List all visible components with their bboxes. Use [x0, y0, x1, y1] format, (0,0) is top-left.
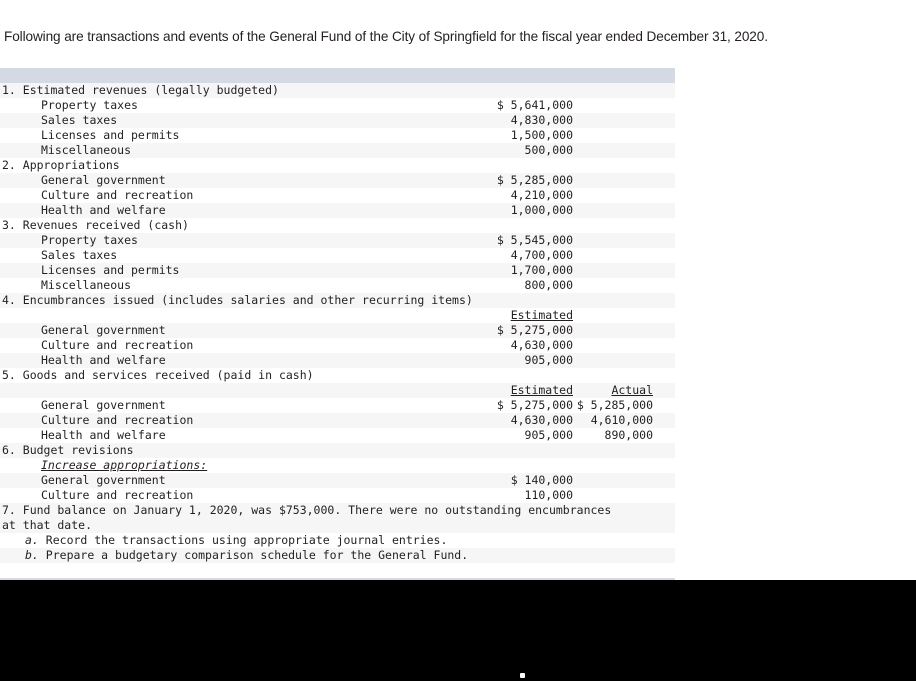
table-row: Culture and recreation 110,000 — [0, 488, 675, 503]
table-header-row: Estimated Actual — [0, 383, 675, 398]
row-amount: $ 5,545,000 — [496, 233, 573, 247]
table-row: General government $ 5,275,000 — [0, 323, 675, 338]
row-label: Property taxes — [41, 98, 138, 112]
row-amount: 4,700,000 — [510, 248, 573, 262]
row-label: 2. Appropriations — [2, 158, 120, 172]
table-row: Licenses and permits 1,700,000 — [0, 263, 675, 278]
row-label: Licenses and permits — [41, 128, 180, 142]
row-label: Sales taxes — [41, 113, 118, 127]
row-amount-actual: 890,000 — [604, 428, 653, 442]
row-amount: 4,630,000 — [510, 338, 573, 352]
row-label: 4. Encumbrances issued (includes salarie… — [2, 293, 473, 307]
row-amount: 1,500,000 — [510, 128, 573, 142]
table-row: Culture and recreation 4,210,000 — [0, 188, 675, 203]
row-amount: 500,000 — [524, 143, 573, 157]
table-row: 1. Estimated revenues (legally budgeted) — [0, 83, 675, 98]
problem-table: 1. Estimated revenues (legally budgeted)… — [0, 68, 675, 587]
table-row: Property taxes $ 5,545,000 — [0, 233, 675, 248]
table-row: 2. Appropriations — [0, 158, 675, 173]
row-label: General government — [41, 173, 166, 187]
video-player-area[interactable] — [0, 580, 916, 681]
row-label-increase-appropriations: Increase appropriations: — [41, 458, 208, 472]
table-row: Sales taxes 4,830,000 — [0, 113, 675, 128]
item-text-b: Prepare a budgetary comparison schedule … — [45, 548, 469, 562]
row-label: Health and welfare — [41, 203, 166, 217]
table-row: Property taxes $ 5,641,000 — [0, 98, 675, 113]
table-row: General government $ 5,285,000 — [0, 173, 675, 188]
item-text-a: Record the transactions using appropriat… — [45, 533, 448, 547]
row-label: 1. Estimated revenues (legally budgeted) — [2, 83, 279, 97]
row-amount: 110,000 — [524, 488, 573, 502]
table-row: 7. Fund balance on January 1, 2020, was … — [0, 503, 675, 533]
table-spacer-row — [0, 563, 675, 578]
row-amount: 4,210,000 — [510, 188, 573, 202]
intro-sentence: Following are transactions and events of… — [4, 29, 768, 44]
column-header-actual: Actual — [611, 383, 653, 397]
table-top-bar — [0, 68, 675, 83]
row-label: Health and welfare — [41, 428, 166, 442]
row-label: General government — [41, 323, 166, 337]
row-amount: $ 5,641,000 — [496, 98, 573, 112]
row-amount: 1,000,000 — [510, 203, 573, 217]
row-label: 6. Budget revisions — [2, 443, 134, 457]
row-label: General government — [41, 398, 166, 412]
requirement-item-b: b. Prepare a budgetary comparison schedu… — [25, 548, 468, 563]
row-label: Culture and recreation — [41, 413, 194, 427]
item-marker-b: b. — [25, 548, 39, 562]
row-label: 7. Fund balance on January 1, 2020, was … — [2, 503, 612, 517]
table-row: a. Record the transactions using appropr… — [0, 533, 675, 548]
row-amount: $ 5,275,000 — [496, 323, 573, 337]
table-row: Sales taxes 4,700,000 — [0, 248, 675, 263]
row-amount: 905,000 — [524, 353, 573, 367]
row-amount: $ 140,000 — [510, 473, 573, 487]
row-label: Culture and recreation — [41, 338, 194, 352]
row-amount: 4,830,000 — [510, 113, 573, 127]
table-header-row: Estimated — [0, 308, 675, 323]
table-row: General government $ 5,275,000 $ 5,285,0… — [0, 398, 675, 413]
table-row: Culture and recreation 4,630,000 — [0, 338, 675, 353]
row-amount-actual: $ 5,285,000 — [576, 398, 653, 412]
row-label: Property taxes — [41, 233, 138, 247]
row-label: General government — [41, 473, 166, 487]
table-row: 5. Goods and services received (paid in … — [0, 368, 675, 383]
table-row: Miscellaneous 500,000 — [0, 143, 675, 158]
row-label-continuation: at that date. — [2, 518, 93, 532]
requirement-item-a: a. Record the transactions using appropr… — [25, 533, 447, 548]
row-amount: 800,000 — [524, 278, 573, 292]
table-row: Increase appropriations: — [0, 458, 675, 473]
table-row: Miscellaneous 800,000 — [0, 278, 675, 293]
table-row: 3. Revenues received (cash) — [0, 218, 675, 233]
table-row: 4. Encumbrances issued (includes salarie… — [0, 293, 675, 308]
table-row: Health and welfare 905,000 — [0, 353, 675, 368]
table-row: Licenses and permits 1,500,000 — [0, 128, 675, 143]
row-amount: $ 5,285,000 — [496, 173, 573, 187]
table-row: Culture and recreation 4,630,000 4,610,0… — [0, 413, 675, 428]
table-row: Health and welfare 905,000 890,000 — [0, 428, 675, 443]
row-label: Miscellaneous — [41, 143, 132, 157]
row-label: Culture and recreation — [41, 188, 194, 202]
row-label: Miscellaneous — [41, 278, 132, 292]
row-amount: 1,700,000 — [510, 263, 573, 277]
table-row: 6. Budget revisions — [0, 443, 675, 458]
table-row: b. Prepare a budgetary comparison schedu… — [0, 548, 675, 563]
playhead-indicator-dot[interactable] — [520, 673, 525, 678]
row-label: Culture and recreation — [41, 488, 194, 502]
row-label: Health and welfare — [41, 353, 166, 367]
row-label: 3. Revenues received (cash) — [2, 218, 189, 232]
row-amount-actual: 4,610,000 — [590, 413, 653, 427]
item-marker-a: a. — [25, 533, 39, 547]
table-row: General government $ 140,000 — [0, 473, 675, 488]
row-label: Licenses and permits — [41, 263, 180, 277]
table-row: Health and welfare 1,000,000 — [0, 203, 675, 218]
row-label: 5. Goods and services received (paid in … — [2, 368, 314, 382]
row-label: Sales taxes — [41, 248, 118, 262]
column-header-estimated: Estimated — [510, 308, 573, 322]
